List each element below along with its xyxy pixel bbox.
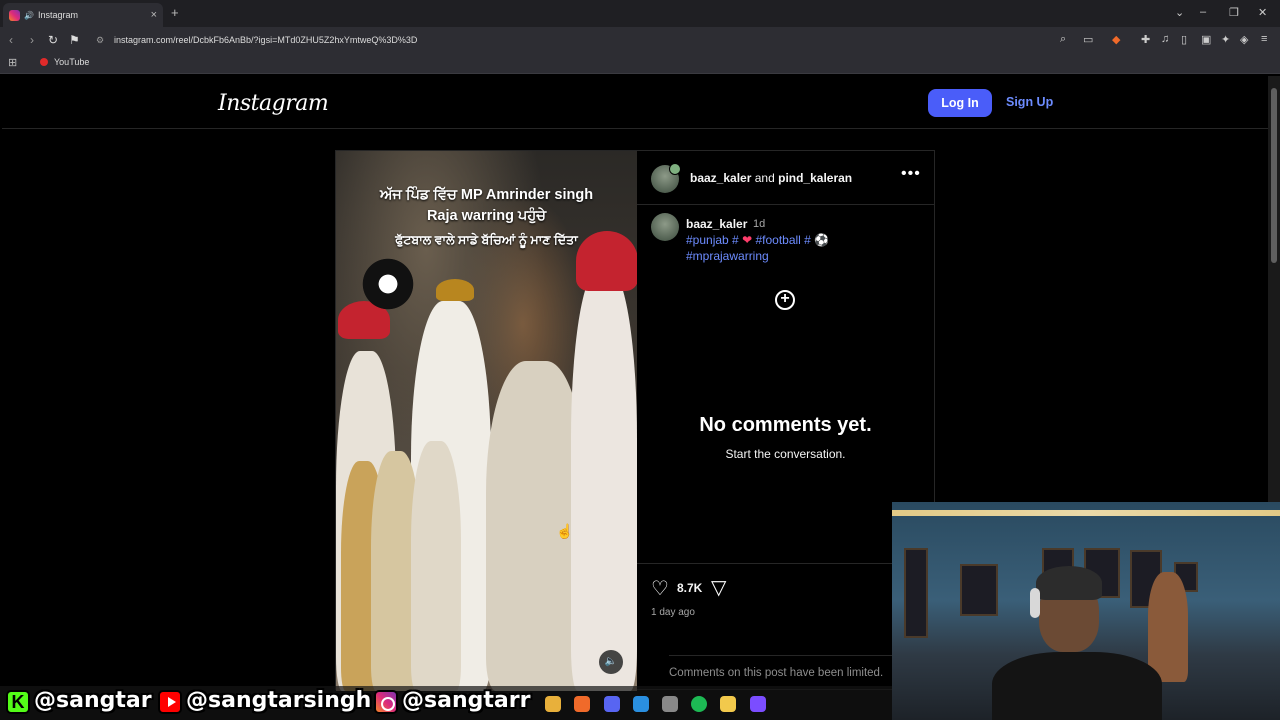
instagram-logo[interactable]: Instagram — [218, 91, 329, 116]
bookmark-youtube-label: YouTube — [54, 57, 90, 67]
hashtag-punjab[interactable]: #punjab # — [686, 233, 742, 247]
leo-ai-icon[interactable]: ✦ — [1221, 33, 1230, 46]
address-toolbar: ‹ › ↻ ⚑ ⚙ instagram.com/reel/DcbkFb6AnBb… — [0, 27, 1280, 53]
wall-poster — [904, 548, 928, 638]
club-logo-icon — [358, 255, 418, 313]
reload-icon[interactable]: ↻ — [48, 33, 58, 47]
signup-link[interactable]: Sign Up — [1006, 95, 1053, 109]
login-button[interactable]: Log In — [928, 89, 992, 117]
overlay-text-line1: ਅੱਜ ਪਿੰਡ ਵਿੱਚ MP Amrinder singh — [379, 187, 594, 203]
post-header: baaz_kaler and pind_kaleran ••• — [637, 151, 934, 205]
caption-time: 1d — [753, 218, 766, 230]
tab-instagram[interactable]: 🔊 Instagram × — [3, 3, 163, 27]
share-icon[interactable]: ▽ — [711, 575, 726, 600]
hashtag-football[interactable]: #football # ⚽ — [752, 233, 829, 247]
discord-icon[interactable] — [604, 696, 620, 712]
kick-handle: @sangtar — [34, 688, 152, 713]
url-text: instagram.com/reel/DcbkFb6AnBb/?igsi=MTd… — [114, 35, 418, 45]
cast-icon[interactable]: ▭ — [1083, 33, 1093, 46]
social-handles-bar: K @sangtar @sangtarsingh @sangtarr — [0, 686, 892, 720]
new-tab-icon[interactable]: + — [171, 5, 179, 20]
person-figure — [571, 271, 637, 691]
figurine-shape — [1148, 572, 1188, 682]
chrome-icon[interactable] — [545, 696, 561, 712]
back-icon[interactable]: ‹ — [9, 33, 13, 47]
instagram-favicon-icon — [9, 9, 20, 21]
wallet-icon[interactable]: ▣ — [1201, 33, 1211, 46]
minimize-icon[interactable]: – — [1200, 6, 1206, 18]
apps-grid-icon[interactable]: ⊞ — [8, 56, 17, 69]
menu-icon[interactable]: ≡ — [1261, 33, 1267, 45]
restore-icon[interactable]: ❐ — [1229, 6, 1239, 19]
bookmarks-bar: ⊞ YouTube — [0, 53, 1280, 74]
edge-icon[interactable] — [633, 696, 649, 712]
tab-search-icon[interactable]: ⌄ — [1175, 6, 1184, 19]
add-icon[interactable]: + — [775, 290, 795, 310]
tab-title: Instagram — [37, 10, 78, 20]
mute-toggle-icon[interactable]: 🔈 — [599, 650, 623, 674]
close-window-icon[interactable]: ✕ — [1258, 6, 1267, 19]
more-options-icon[interactable]: ••• — [901, 165, 921, 183]
spotify-icon[interactable] — [691, 696, 707, 712]
like-heart-icon[interactable]: ♡ — [651, 576, 669, 601]
bookmark-icon[interactable]: ⚑ — [69, 33, 80, 47]
file-explorer-icon[interactable] — [720, 696, 736, 712]
caption-avatar[interactable] — [651, 213, 679, 241]
child-figure — [411, 441, 461, 691]
hashtag-mprajawarring[interactable]: #mprajawarring — [686, 249, 769, 263]
and-text: and — [754, 171, 775, 185]
zoom-icon[interactable]: ⌕ — [1060, 33, 1066, 46]
post-sidebar: baaz_kaler and pind_kaleran ••• baaz_kal… — [637, 151, 939, 691]
post-actions: ♡ 8.7K ▽ 1 day ago — [637, 563, 934, 633]
turban-shape — [436, 279, 474, 301]
beanie-shape — [1036, 566, 1102, 600]
webcam-overlay — [892, 502, 1280, 720]
collab-avatar[interactable] — [669, 163, 681, 175]
instagram-handle: @sangtarr — [402, 688, 531, 713]
brave-icon[interactable] — [574, 696, 590, 712]
audio-playing-icon[interactable]: 🔊 — [24, 11, 34, 20]
youtube-icon — [40, 58, 48, 66]
headset-icon — [1030, 588, 1040, 618]
start-conversation-text: Start the conversation. — [725, 447, 846, 461]
youtube-logo-icon — [158, 690, 182, 714]
extensions-icon[interactable]: ✚ — [1141, 33, 1150, 46]
cursor-hand-icon: ☝ — [556, 523, 574, 539]
overlay-text-line3: ਫੁੱਟਬਾਲ ਵਾਲੇ ਸਾਡੇ ਬੱਚਿਆਂ ਨੂੰ ਮਾਣ ਦਿੱਤਾ — [395, 233, 578, 247]
heart-emoji-icon: ❤ — [742, 233, 753, 247]
wall-poster — [960, 564, 998, 616]
overlay-text-line2: Raja warring ਪਹੁੰਚੇ — [426, 208, 547, 224]
author-link-1[interactable]: baaz_kaler — [690, 171, 751, 185]
streamer-body — [992, 652, 1162, 720]
kick-icon: K — [6, 690, 30, 714]
led-light-strip — [892, 510, 1280, 516]
no-comments-heading: No comments yet. — [699, 414, 872, 436]
bookmark-youtube[interactable]: YouTube — [40, 57, 89, 67]
app-icon[interactable] — [750, 696, 766, 712]
instagram-header: Instagram Log In Sign Up — [2, 76, 1268, 129]
browser-tab-bar: 🔊 Instagram × + ⌄ – ❐ ✕ — [0, 0, 1280, 27]
like-count[interactable]: 8.7K — [677, 581, 702, 595]
posted-time: 1 day ago — [651, 607, 695, 618]
site-settings-icon[interactable]: ⚙ — [96, 30, 104, 50]
forward-icon[interactable]: › — [30, 33, 34, 47]
url-bar[interactable]: ⚙ instagram.com/reel/DcbkFb6AnBb/?igsi=M… — [88, 30, 1088, 50]
media-icon[interactable]: ♫ — [1161, 33, 1169, 45]
reel-video[interactable]: ਅੱਜ ਪਿੰਡ ਵਿੱਚ MP Amrinder singh Raja war… — [336, 151, 637, 691]
sidebar-icon[interactable]: ▯ — [1181, 33, 1187, 46]
instagram-logo-icon — [374, 690, 398, 714]
caption-username[interactable]: baaz_kaler — [686, 217, 747, 231]
reel-post: ਅੱਜ ਪਿੰਡ ਵਿੱਚ MP Amrinder singh Raja war… — [335, 150, 939, 691]
post-authors: baaz_kaler and pind_kaleran — [690, 171, 852, 185]
scrollbar-thumb[interactable] — [1271, 88, 1277, 263]
brave-shield-icon[interactable]: ◆ — [1112, 33, 1120, 46]
author-link-2[interactable]: pind_kaleran — [778, 171, 852, 185]
app-icon[interactable] — [662, 696, 678, 712]
vpn-icon[interactable]: ◈ — [1240, 33, 1248, 46]
close-tab-icon[interactable]: × — [151, 9, 157, 21]
caption-hashtags-line1: #punjab # ❤ #football # ⚽ — [686, 233, 829, 247]
youtube-handle: @sangtarsingh — [186, 688, 372, 713]
